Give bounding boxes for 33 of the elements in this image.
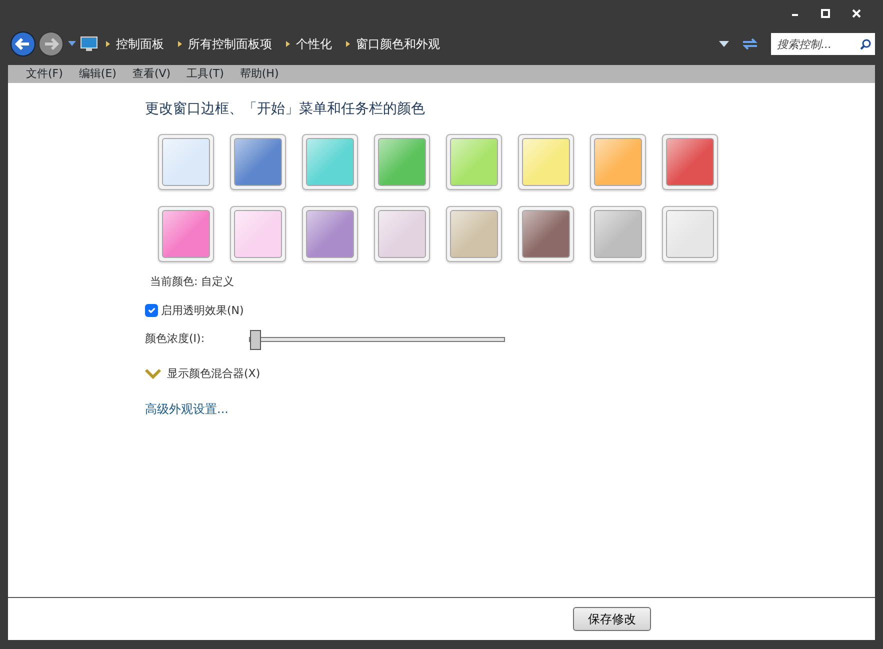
arrow-icon[interactable]: [286, 41, 290, 47]
intensity-slider-thumb[interactable]: [250, 330, 261, 350]
color-mixer-toggle[interactable]: 显示颜色混合器(X): [167, 366, 260, 382]
arrow-icon[interactable]: [106, 41, 110, 47]
advanced-appearance-link[interactable]: 高级外观设置...: [145, 402, 228, 416]
menu-item[interactable]: 帮助(H): [240, 66, 279, 82]
menu-item[interactable]: 编辑(E): [78, 66, 116, 82]
menu-item[interactable]: 查看(V): [132, 66, 171, 82]
monitor-icon: [80, 36, 98, 52]
intensity-label: 颜色浓度(I):: [145, 331, 206, 347]
forward-icon[interactable]: [38, 31, 64, 57]
maximize-icon[interactable]: [821, 8, 830, 18]
menu-item[interactable]: 文件(F): [26, 66, 63, 82]
breadcrumb-item[interactable]: 所有控制面板项: [188, 35, 272, 53]
back-icon[interactable]: [10, 31, 36, 57]
search-icon[interactable]: [860, 39, 871, 50]
arrow-icon[interactable]: [346, 41, 350, 47]
transparency-checkbox[interactable]: [145, 304, 158, 318]
arrow-icon[interactable]: [178, 41, 182, 47]
page-heading: 更改窗口边框、「开始」菜单和任务栏的颜色: [145, 100, 426, 119]
transparency-label: 启用透明效果(N): [161, 302, 244, 318]
save-button[interactable]: 保存修改: [573, 607, 651, 631]
dropdown-icon[interactable]: [719, 40, 729, 48]
dropdown-icon[interactable]: [68, 41, 76, 47]
refresh-icon[interactable]: [741, 36, 759, 52]
breadcrumb-item[interactable]: 控制面板: [116, 35, 164, 53]
search-field[interactable]: 搜索控制...: [771, 33, 875, 55]
close-icon[interactable]: [852, 8, 861, 18]
breadcrumb-item[interactable]: 窗口颜色和外观: [356, 35, 440, 53]
current-color-label: 当前颜色: 自定义: [150, 274, 236, 290]
chevron-icon[interactable]: [145, 368, 161, 380]
breadcrumb-item[interactable]: 个性化: [296, 35, 332, 53]
menu-item[interactable]: 工具(T): [186, 66, 224, 82]
